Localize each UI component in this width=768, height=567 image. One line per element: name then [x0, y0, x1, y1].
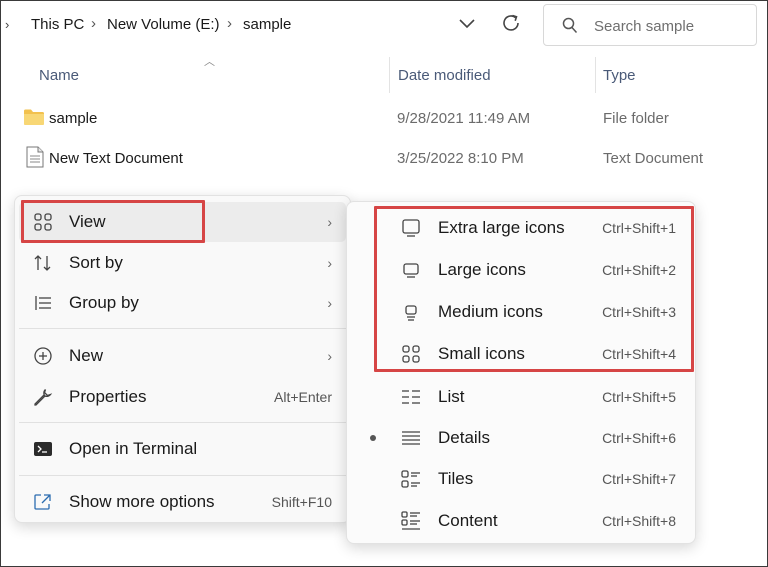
column-divider[interactable] [389, 57, 390, 93]
breadcrumb-separator-icon: › [227, 15, 232, 32]
column-header-date-modified[interactable]: Date modified [398, 67, 491, 84]
file-type: File folder [603, 110, 669, 127]
file-type: Text Document [603, 150, 704, 167]
tiles-icon [401, 469, 421, 489]
menu-item-label: Sort by [69, 253, 123, 272]
submenu-shortcut: Ctrl+Shift+6 [602, 430, 676, 446]
chevron-right-icon: › [327, 255, 332, 271]
menu-item-label: Open in Terminal [69, 439, 198, 458]
menu-separator [19, 328, 346, 329]
menu-item-new[interactable]: New › [19, 336, 346, 376]
menu-separator [19, 422, 346, 423]
submenu-item-content[interactable]: Content Ctrl+Shift+8 [349, 501, 693, 541]
search-input[interactable] [594, 15, 744, 37]
file-name: New Text Document [49, 150, 183, 167]
chevron-right-icon: › [327, 348, 332, 364]
context-menu: View › Sort by › Group by › New › Proper… [14, 195, 351, 523]
address-history-chevron-down-icon[interactable] [456, 11, 478, 35]
menu-item-show-more-options[interactable]: Show more options Shift+F10 [19, 482, 346, 522]
text-document-icon [26, 146, 44, 173]
menu-item-properties[interactable]: Properties Alt+Enter [19, 377, 346, 417]
menu-item-label: Properties [69, 387, 147, 406]
icon-sizes-highlight-box [374, 206, 694, 372]
menu-item-sort-by[interactable]: Sort by › [19, 243, 346, 283]
selected-bullet-icon [370, 435, 376, 441]
submenu-shortcut: Ctrl+Shift+5 [602, 389, 676, 405]
search-icon [562, 17, 578, 40]
group-icon [33, 293, 53, 313]
submenu-shortcut: Ctrl+Shift+8 [602, 513, 676, 529]
terminal-icon [33, 439, 53, 459]
breadcrumb-this-pc[interactable]: This PC [31, 16, 84, 33]
submenu-item-details[interactable]: Details Ctrl+Shift+6 [349, 418, 693, 458]
refresh-icon[interactable] [499, 11, 523, 35]
menu-shortcut: Shift+F10 [271, 494, 332, 510]
sort-icon [33, 253, 53, 273]
file-date: 3/25/2022 8:10 PM [397, 150, 524, 167]
column-header-name[interactable]: Name [39, 67, 79, 84]
content-icon [401, 511, 421, 531]
list-icon [401, 387, 421, 407]
new-plus-icon [33, 346, 53, 366]
breadcrumb-sample[interactable]: sample [243, 16, 291, 33]
submenu-item-label: Tiles [438, 469, 474, 488]
view-highlight-box [21, 200, 205, 243]
share-icon [33, 492, 53, 512]
chevron-right-icon: › [327, 295, 332, 311]
wrench-icon [33, 387, 53, 407]
menu-separator [19, 475, 346, 476]
submenu-item-list[interactable]: List Ctrl+Shift+5 [349, 377, 693, 417]
menu-item-group-by[interactable]: Group by › [19, 283, 346, 323]
breadcrumb-new-volume[interactable]: New Volume (E:) [107, 16, 220, 33]
menu-item-open-in-terminal[interactable]: Open in Terminal [19, 429, 346, 469]
menu-item-label: Show more options [69, 492, 215, 511]
breadcrumb-separator-icon: › [91, 15, 96, 32]
search-box[interactable] [543, 4, 757, 46]
menu-item-label: New [69, 346, 104, 365]
menu-shortcut: Alt+Enter [274, 389, 332, 405]
submenu-shortcut: Ctrl+Shift+7 [602, 471, 676, 487]
file-date: 9/28/2021 11:49 AM [397, 110, 531, 127]
column-header-type[interactable]: Type [603, 67, 636, 84]
submenu-item-tiles[interactable]: Tiles Ctrl+Shift+7 [349, 459, 693, 499]
sort-ascending-icon: ︿ [204, 56, 215, 68]
file-name: sample [49, 110, 98, 127]
column-divider[interactable] [595, 57, 596, 93]
submenu-item-label: Content [438, 511, 498, 530]
chevron-right-icon: › [327, 214, 332, 230]
folder-icon [23, 108, 45, 131]
breadcrumb-chevron-icon: › [5, 17, 10, 32]
submenu-item-label: List [438, 387, 465, 406]
menu-item-label: Group by [69, 293, 139, 312]
details-icon [401, 428, 421, 448]
submenu-item-label: Details [438, 428, 490, 447]
